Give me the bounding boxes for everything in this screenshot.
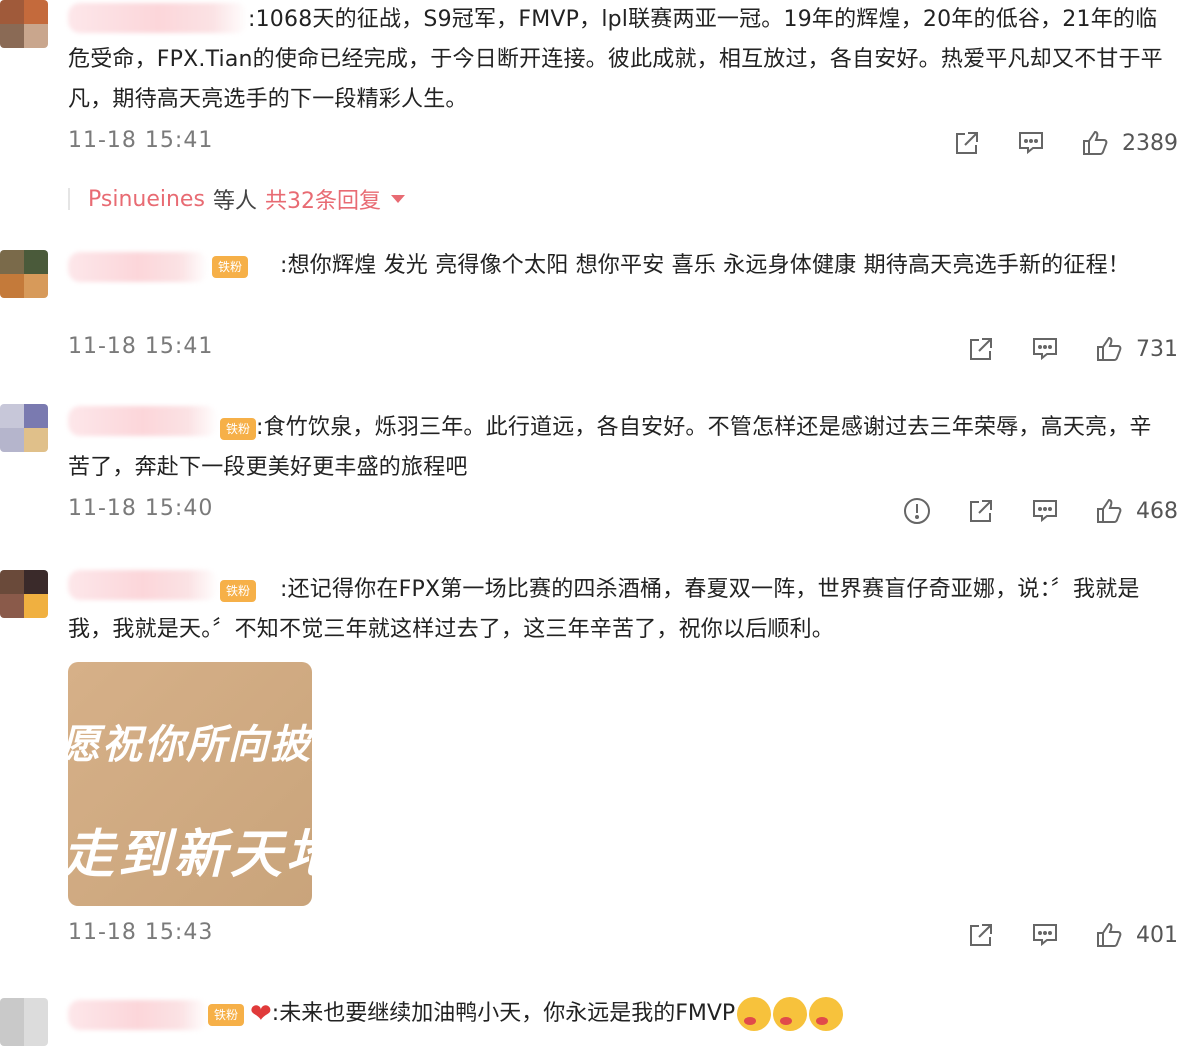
avatar-tile	[24, 404, 48, 428]
chevron-down-icon[interactable]	[390, 195, 405, 203]
heart-icon: ❤	[250, 999, 272, 1029]
comment-icon	[1033, 500, 1057, 523]
like-button[interactable]: 731	[1094, 334, 1178, 364]
avatar-mosaic	[0, 570, 48, 618]
comment-icon	[1033, 924, 1057, 947]
comment-icon	[1033, 338, 1057, 361]
avatar[interactable]	[0, 0, 48, 48]
avatar-tile	[0, 428, 24, 452]
share-icon	[956, 132, 978, 154]
like-button[interactable]: 468	[1094, 496, 1178, 526]
report-icon	[904, 498, 930, 524]
comment-icon	[1019, 132, 1043, 155]
avatar-mosaic	[0, 998, 48, 1046]
avatar-tile	[24, 0, 48, 24]
like-button[interactable]: 2389	[1080, 128, 1178, 158]
comment-text-body: :未来也要继续加油鸭小天，你永远是我的FMVP	[271, 1001, 736, 1026]
comment-button[interactable]	[1030, 920, 1060, 950]
fan-badge: 铁粉	[208, 1004, 245, 1026]
thumbs-up-icon	[1097, 498, 1122, 523]
comment-time: 11-18 15:41	[68, 334, 214, 359]
comment-actions: 731	[932, 334, 1178, 364]
like-count: 468	[1136, 498, 1178, 524]
avatar-tile	[0, 998, 24, 1022]
comment-text: ❤:未来也要继续加油鸭小天，你永远是我的FMVP	[250, 994, 844, 1034]
comment-button[interactable]	[1030, 334, 1060, 364]
share-button[interactable]	[966, 334, 996, 364]
share-icon	[970, 924, 992, 946]
avatar[interactable]	[0, 250, 48, 298]
share-button[interactable]	[966, 920, 996, 950]
like-count: 2389	[1122, 130, 1178, 156]
avatar-mosaic	[0, 404, 48, 452]
reply-usernames[interactable]: Psinueines	[88, 187, 205, 212]
comment-button[interactable]	[1016, 128, 1046, 158]
comment-time: 11-18 15:40	[68, 496, 214, 521]
reply-count-link[interactable]: 共32条回复	[265, 183, 381, 215]
reply-connector: 等人	[212, 189, 257, 214]
emoji-icon	[773, 997, 808, 1031]
comment-actions: 468	[868, 496, 1178, 526]
comment-text: :食竹饮泉，烁羽三年。此行道远，各自安好。不管怎样还是感谢过去三年荣辱，高天亮，…	[68, 415, 1152, 480]
avatar-tile	[0, 1022, 24, 1046]
avatar-tile	[0, 570, 24, 594]
avatar-tile	[24, 594, 48, 618]
comment-actions: 401	[932, 920, 1178, 950]
comment-button[interactable]	[1030, 496, 1060, 526]
avatar-tile	[0, 404, 24, 428]
avatar-tile	[24, 1022, 48, 1046]
avatar-tile	[24, 428, 48, 452]
comment-image[interactable]: 愿祝你所向披靡 走到新天地	[68, 662, 312, 906]
comment-text: :1068天的征战，S9冠军，FMVP，lpl联赛两亚一冠。19年的辉煌，20年…	[68, 7, 1163, 112]
avatar-tile	[0, 250, 24, 274]
thumbs-up-icon	[1097, 922, 1122, 947]
like-count: 731	[1136, 336, 1178, 362]
share-button[interactable]	[966, 496, 996, 526]
replies-summary[interactable]: Psinueines 等人 共32条回复	[88, 183, 405, 215]
image-caption-line: 愿祝你所向披靡	[68, 721, 312, 768]
image-caption-line: 走到新天地	[68, 824, 312, 885]
like-button[interactable]: 401	[1094, 920, 1178, 950]
emoji-icon	[809, 997, 844, 1031]
report-button[interactable]	[902, 496, 932, 526]
thumbs-up-icon	[1083, 130, 1108, 155]
avatar-mosaic	[0, 250, 48, 298]
avatar[interactable]	[0, 404, 48, 452]
avatar-tile	[0, 0, 24, 24]
like-count: 401	[1136, 922, 1178, 948]
avatar-tile	[24, 274, 48, 298]
username-blurred[interactable]	[68, 1000, 208, 1030]
avatar[interactable]	[0, 570, 48, 618]
share-button[interactable]	[952, 128, 982, 158]
comment-text: :想你辉煌 发光 亮得像个太阳 想你平安 喜乐 永远身体健康 期待高天亮选手新的…	[280, 253, 1130, 278]
thumbs-up-icon	[1097, 336, 1122, 361]
comment-time: 11-18 15:43	[68, 920, 214, 945]
avatar-tile	[24, 570, 48, 594]
avatar-tile	[24, 24, 48, 48]
reply-divider	[68, 188, 70, 210]
comment-time: 11-18 15:41	[68, 128, 214, 153]
avatar-tile	[0, 594, 24, 618]
share-icon	[970, 338, 992, 360]
avatar[interactable]	[0, 998, 48, 1046]
avatar-tile	[0, 24, 24, 48]
share-icon	[970, 500, 992, 522]
avatar-tile	[24, 998, 48, 1022]
comment-text: :还记得你在FPX第一场比赛的四杀酒桶，春夏双一阵，世界赛盲仔奇亚娜，说：〞我就…	[68, 577, 1140, 642]
avatar-tile	[0, 274, 24, 298]
avatar-tile	[24, 250, 48, 274]
avatar-mosaic	[0, 0, 48, 48]
comment-actions: 2389	[918, 128, 1178, 158]
emoji-icon	[737, 997, 772, 1031]
